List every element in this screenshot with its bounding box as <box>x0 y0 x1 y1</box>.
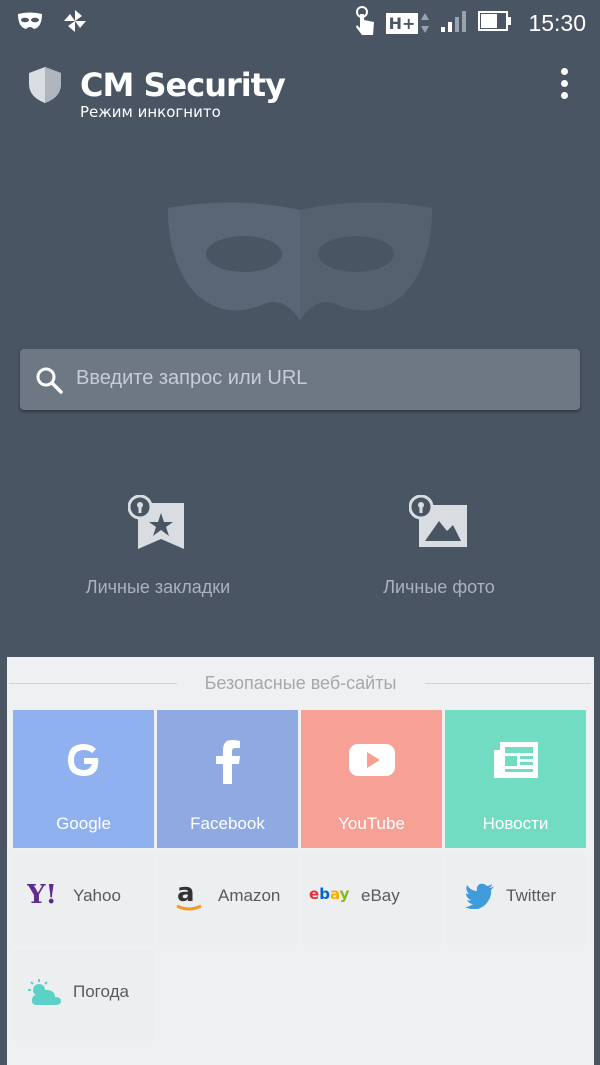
youtube-icon <box>348 744 396 782</box>
safe-sites-header: Безопасные веб-сайты <box>7 671 594 695</box>
facebook-icon <box>214 740 242 788</box>
pinwheel-icon <box>62 8 88 38</box>
safe-sites-panel: Безопасные веб-сайты Google Facebook You… <box>7 657 594 1065</box>
site-link-ebay[interactable]: ebay eBay <box>301 853 442 945</box>
weather-icon <box>27 979 63 1011</box>
site-label: Twitter <box>506 886 557 905</box>
signal-icon <box>440 9 468 37</box>
app-bar: CM Security Режим инкогнито <box>0 54 600 124</box>
ebay-icon: ebay <box>309 883 351 909</box>
incognito-mask-icon <box>16 11 44 35</box>
tile-label: Google <box>56 814 111 833</box>
private-photo-icon <box>408 494 469 555</box>
clock: 15:30 <box>528 9 586 36</box>
google-icon <box>64 744 104 784</box>
site-tile-facebook[interactable]: Facebook <box>157 710 298 848</box>
app-title: CM Security <box>80 66 286 104</box>
tile-label: YouTube <box>338 814 405 833</box>
touch-hand-icon <box>354 6 376 40</box>
private-bookmarks-button[interactable]: Личные закладки <box>48 494 268 598</box>
more-vert-icon[interactable] <box>553 68 575 104</box>
battery-icon <box>478 10 512 36</box>
site-link-amazon[interactable]: a Amazon <box>157 853 298 945</box>
site-link-weather[interactable]: Погода <box>13 949 154 1041</box>
search-icon <box>34 365 64 399</box>
private-bookmarks-label: Личные закладки <box>85 577 231 597</box>
svg-text:Y!: Y! <box>27 881 57 907</box>
amazon-icon: a <box>175 878 205 917</box>
search-input[interactable]: Введите запрос или URL <box>76 367 307 390</box>
shield-icon <box>27 66 63 108</box>
tile-label: Новости <box>482 814 549 833</box>
site-label: eBay <box>361 886 400 905</box>
news-icon <box>492 742 540 784</box>
private-bookmark-icon <box>127 494 188 555</box>
private-photos-label: Личные фото <box>383 577 495 597</box>
incognito-mask-illustration <box>166 196 434 326</box>
site-label: Погода <box>73 982 129 1001</box>
search-bar[interactable]: Введите запрос или URL <box>20 349 580 410</box>
tile-label: Facebook <box>190 814 265 833</box>
svg-text:a: a <box>177 879 195 908</box>
private-photos-button[interactable]: Личные фото <box>329 494 549 598</box>
site-tile-google[interactable]: Google <box>13 710 154 848</box>
app-subtitle: Режим инкогнито <box>80 103 221 121</box>
yahoo-icon: Y! <box>26 880 65 911</box>
site-label: Amazon <box>218 886 281 905</box>
divider <box>425 683 591 684</box>
twitter-icon <box>465 883 495 913</box>
status-bar: H+ 15:30 <box>0 0 600 44</box>
svg-text:ebay: ebay <box>309 885 350 903</box>
site-label: Yahoo <box>73 886 121 905</box>
site-link-yahoo[interactable]: Y! Yahoo <box>13 853 154 945</box>
site-tile-youtube[interactable]: YouTube <box>301 710 442 848</box>
site-link-twitter[interactable]: Twitter <box>445 853 586 945</box>
site-tile-news[interactable]: Новости <box>445 710 586 848</box>
network-type-icon: H+ <box>385 11 431 35</box>
